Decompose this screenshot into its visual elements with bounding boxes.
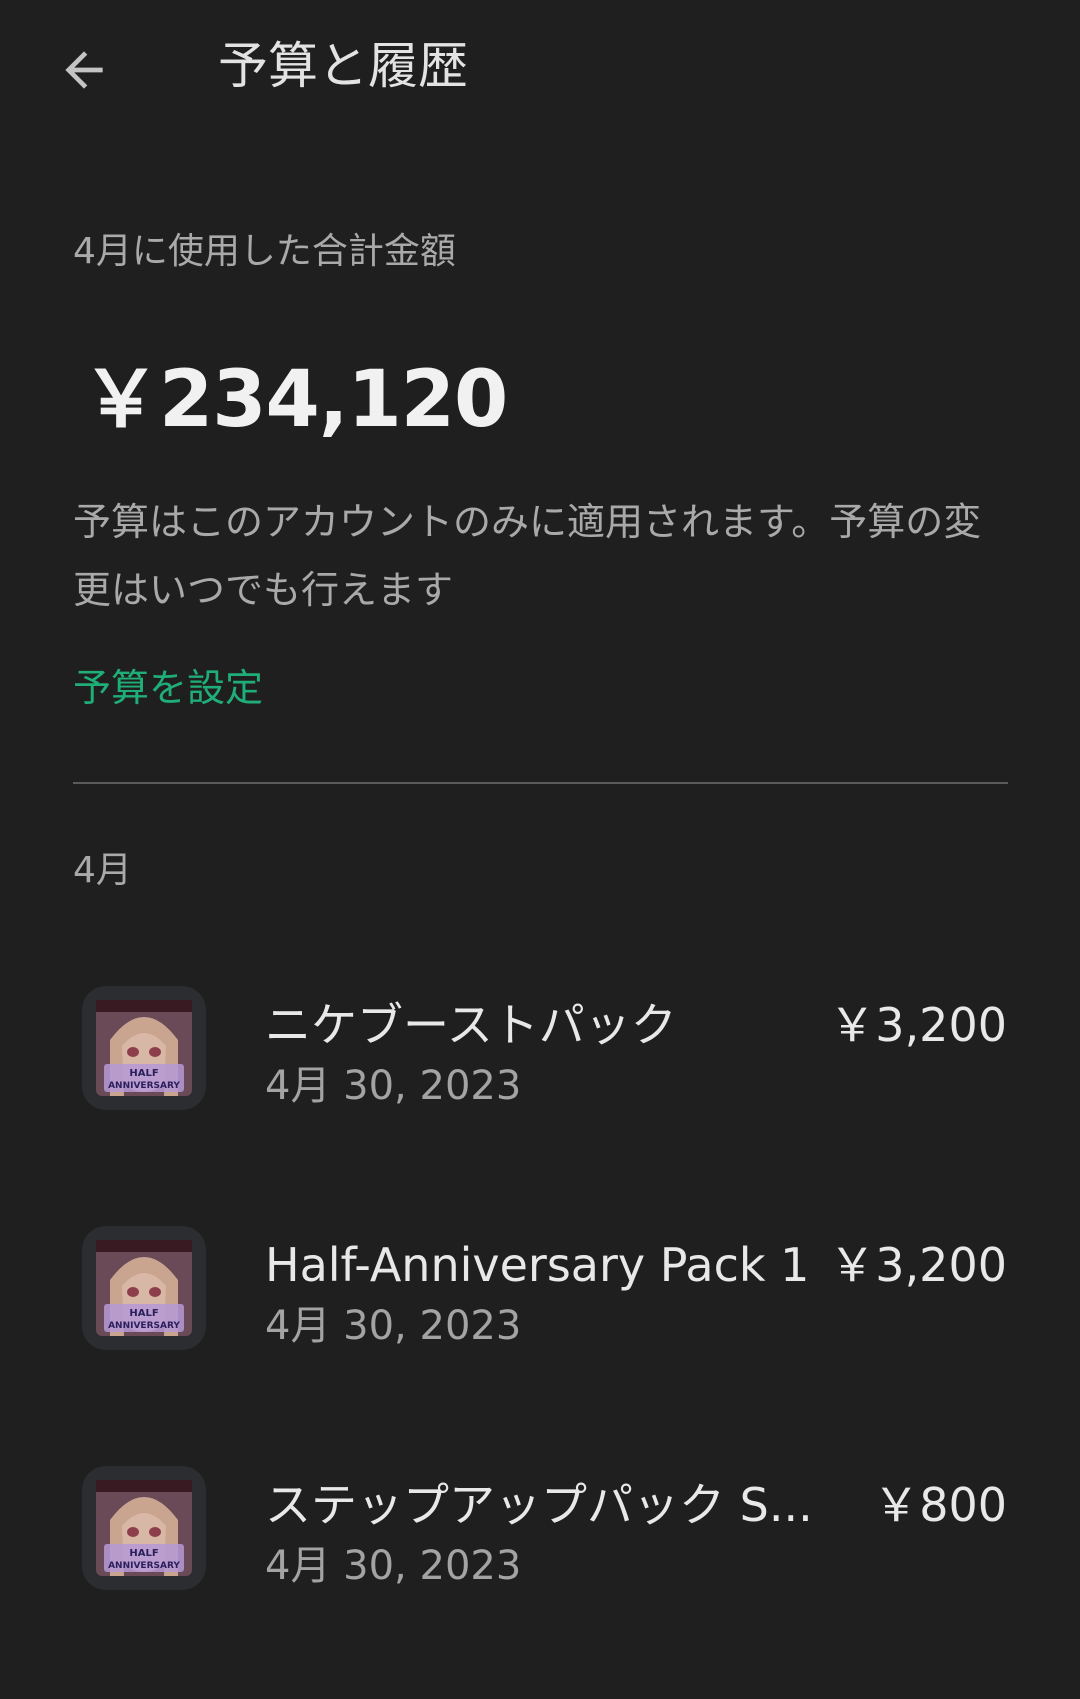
arrow-back-icon — [65, 51, 103, 89]
svg-text:HALF: HALF — [129, 1548, 158, 1559]
transaction-row[interactable]: HALF ANNIVERSARY Half-Anniversary Pack 1… — [0, 1226, 1080, 1406]
game-art-icon: HALF ANNIVERSARY — [96, 1000, 192, 1096]
transaction-row[interactable]: HALF ANNIVERSARY ステップアップパック S... 4月 30, … — [0, 1466, 1080, 1646]
transaction-date: 4月 30, 2023 — [265, 1543, 522, 1589]
transaction-price: ￥3,200 — [829, 998, 1007, 1052]
app-bar: 予算と履歴 — [0, 0, 1080, 134]
app-thumbnail: HALF ANNIVERSARY — [82, 986, 206, 1110]
svg-text:HALF: HALF — [129, 1308, 158, 1319]
transaction-name: ステップアップパック S... — [265, 1478, 813, 1532]
month-header: 4月 — [73, 850, 132, 891]
page-title: 予算と履歴 — [218, 37, 468, 95]
app-thumbnail: HALF ANNIVERSARY — [82, 1466, 206, 1590]
transaction-price: ￥800 — [873, 1478, 1007, 1532]
game-art-icon: HALF ANNIVERSARY — [96, 1480, 192, 1576]
transaction-name: Half-Anniversary Pack 1 — [265, 1238, 810, 1292]
svg-text:ANNIVERSARY: ANNIVERSARY — [108, 1561, 180, 1571]
transaction-date: 4月 30, 2023 — [265, 1303, 522, 1349]
transaction-row[interactable]: HALF ANNIVERSARY ニケブーストパック 4月 30, 2023 ￥… — [0, 986, 1080, 1166]
set-budget-link[interactable]: 予算を設定 — [73, 660, 263, 716]
transaction-date: 4月 30, 2023 — [265, 1063, 522, 1109]
back-button[interactable] — [52, 38, 116, 102]
svg-text:ANNIVERSARY: ANNIVERSARY — [108, 1321, 180, 1331]
transaction-price: ￥3,200 — [829, 1238, 1007, 1292]
transaction-name: ニケブーストパック — [265, 998, 677, 1052]
app-thumbnail: HALF ANNIVERSARY — [82, 1226, 206, 1350]
monthly-total-amount: ￥234,120 — [82, 355, 508, 445]
monthly-total-label: 4月に使用した合計金額 — [73, 231, 456, 272]
svg-text:HALF: HALF — [129, 1068, 158, 1079]
game-art-icon: HALF ANNIVERSARY — [96, 1240, 192, 1336]
budget-description: 予算はこのアカウントのみに適用されます。予算の変更はいつでも行えます — [73, 500, 982, 612]
section-divider — [73, 782, 1008, 784]
svg-text:ANNIVERSARY: ANNIVERSARY — [108, 1081, 180, 1091]
